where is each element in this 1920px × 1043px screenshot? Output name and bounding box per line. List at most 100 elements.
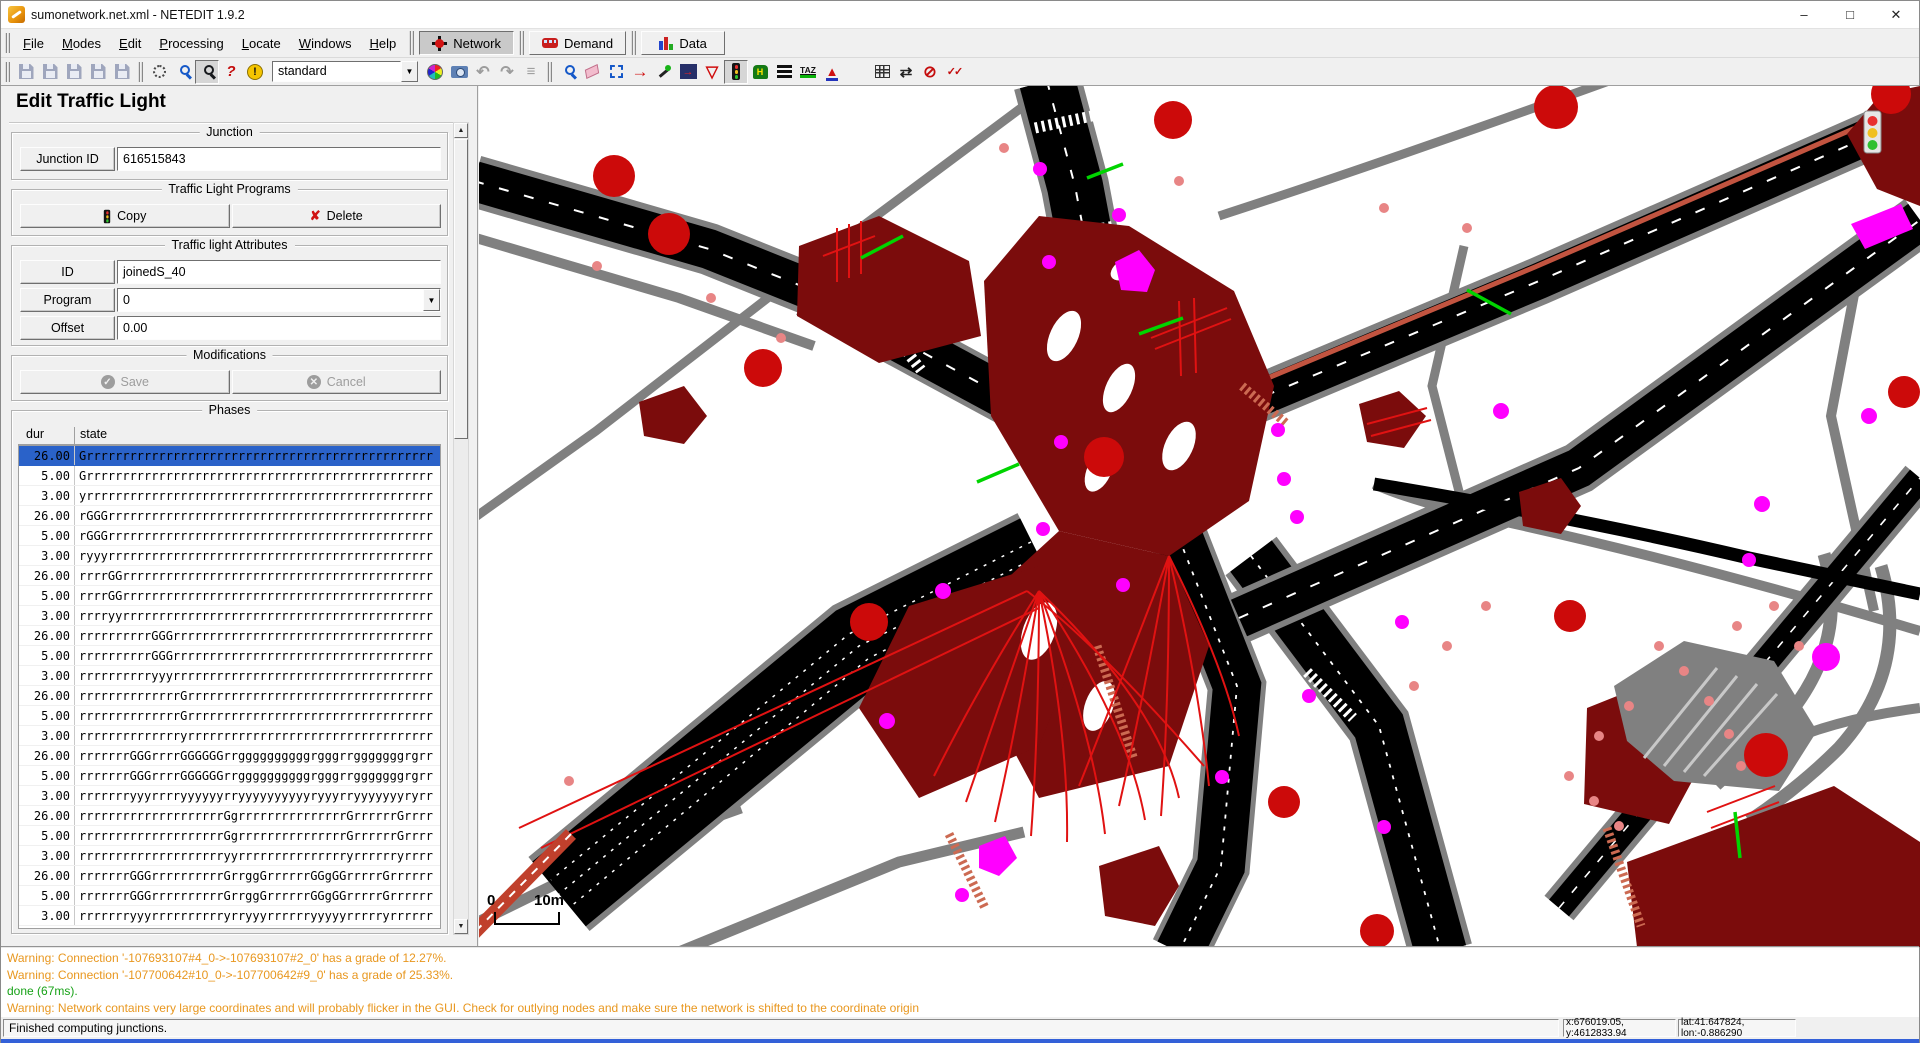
phase-row[interactable]: 5.00rrrrrrrrrrrrrrrrrrrrGgrrrrrrrrrrrrrr… xyxy=(19,826,440,846)
phase-state[interactable]: rrrrrrrrrrrrrrrrrrrryyrrrrrrrrrrrrrrryrr… xyxy=(75,846,433,865)
scrollbar-thumb[interactable] xyxy=(454,139,468,439)
phase-row[interactable]: 5.00rrrrrrrGGGrrrrGGGGGGrrggggggggggrggg… xyxy=(19,766,440,786)
phase-row[interactable]: 26.00rrrrrrrrrrrrrrGrrrrrrrrrrrrrrrrrrrr… xyxy=(19,686,440,706)
phase-duration[interactable]: 3.00 xyxy=(19,786,75,805)
phase-state[interactable]: rrrrrrryyyrrrrrrrrrryrryyyrrrrrryyyyyrrr… xyxy=(75,906,433,925)
phase-state[interactable]: rrrrrrrrrryyyrrrrrrrrrrrrrrrrrrrrrrrrrrr… xyxy=(75,666,433,685)
taz-mode-button[interactable]: TAZ xyxy=(796,60,820,84)
phase-row[interactable]: 5.00rGGGrrrrrrrrrrrrrrrrrrrrrrrrrrrrrrrr… xyxy=(19,526,440,546)
save-as-button[interactable] xyxy=(110,60,134,84)
open-config-button[interactable] xyxy=(62,60,86,84)
toolbar-grip[interactable] xyxy=(519,31,524,55)
phase-duration[interactable]: 26.00 xyxy=(19,746,75,765)
traffic-light-mode-button[interactable] xyxy=(724,60,748,84)
redo-button[interactable]: ↷ xyxy=(495,60,519,84)
phase-state[interactable]: Grrrrrrrrrrrrrrrrrrrrrrrrrrrrrrrrrrrrrrr… xyxy=(75,466,433,485)
tab-data[interactable]: Data xyxy=(641,31,725,55)
phase-duration[interactable]: 5.00 xyxy=(19,826,75,845)
panel-scrollbar[interactable]: ▲ ▼ xyxy=(453,122,469,935)
phase-duration[interactable]: 5.00 xyxy=(19,526,75,545)
message-log[interactable]: Warning: Connection '-107693107#4_0->-10… xyxy=(1,946,1919,1017)
cancel-button[interactable]: ✕ Cancel xyxy=(232,370,442,394)
attr-id-field[interactable]: joinedS_40 xyxy=(117,260,441,284)
phase-state[interactable]: rrrrGGrrrrrrrrrrrrrrrrrrrrrrrrrrrrrrrrrr… xyxy=(75,566,433,585)
attr-offset-button[interactable]: Offset xyxy=(20,316,115,340)
phase-state[interactable]: Grrrrrrrrrrrrrrrrrrrrrrrrrrrrrrrrrrrrrrr… xyxy=(75,446,433,465)
toolbar-grip[interactable] xyxy=(5,62,10,82)
tab-demand[interactable]: Demand xyxy=(529,31,626,55)
attr-program-combo[interactable]: 0 ▼ xyxy=(117,288,441,312)
col-dur[interactable]: dur xyxy=(18,427,75,444)
crossing-mode-button[interactable] xyxy=(772,60,796,84)
phase-duration[interactable]: 3.00 xyxy=(19,666,75,685)
phase-state[interactable]: rrrrrrrrrrrrrrGrrrrrrrrrrrrrrrrrrrrrrrrr… xyxy=(75,706,433,725)
phase-row[interactable]: 26.00rrrrrrrGGGrrrrrrrrrrGrrggGrrrrrrGGg… xyxy=(19,866,440,886)
phase-state[interactable]: yrrrrrrrrrrrrrrrrrrrrrrrrrrrrrrrrrrrrrrr… xyxy=(75,486,433,505)
shape-mode-button[interactable]: ▲ xyxy=(820,60,844,84)
phase-row[interactable]: 5.00rrrrGGrrrrrrrrrrrrrrrrrrrrrrrrrrrrrr… xyxy=(19,586,440,606)
view-preset-value[interactable]: standard xyxy=(272,61,401,82)
combo-dropdown-icon[interactable]: ▼ xyxy=(401,61,418,82)
grid-toggle-button[interactable] xyxy=(870,60,894,84)
phase-row[interactable]: 3.00rrrrrrryyyrrrrrrrrrryrryyyrrrrrryyyy… xyxy=(19,906,440,926)
phase-state[interactable]: rrrrrrrGGGrrrrrrrrrrGrrggGrrrrrrGGgGGrrr… xyxy=(75,886,433,905)
connection-mode-button[interactable]: → xyxy=(676,60,700,84)
phase-row[interactable]: 5.00rrrrrrrGGGrrrrrrrrrrGrrggGrrrrrrGGgG… xyxy=(19,886,440,906)
phase-state[interactable]: ryyyrrrrrrrrrrrrrrrrrrrrrrrrrrrrrrrrrrrr… xyxy=(75,546,433,565)
phase-duration[interactable]: 5.00 xyxy=(19,886,75,905)
save-network-button[interactable] xyxy=(86,60,110,84)
view-preset-combo[interactable]: standard ▼ xyxy=(272,61,418,82)
phase-row[interactable]: 3.00yrrrrrrrrrrrrrrrrrrrrrrrrrrrrrrrrrrr… xyxy=(19,486,440,506)
delete-program-button[interactable]: ✘ Delete xyxy=(232,204,442,228)
color-scheme-button[interactable] xyxy=(423,60,447,84)
phase-duration[interactable]: 26.00 xyxy=(19,806,75,825)
phase-duration[interactable]: 26.00 xyxy=(19,686,75,705)
question-tool-button[interactable]: ? xyxy=(219,60,243,84)
move-elevation-button[interactable]: ⇄ xyxy=(894,60,918,84)
attr-offset-field[interactable]: 0.00 xyxy=(117,316,441,340)
toolbar-grip[interactable] xyxy=(5,33,10,53)
phase-duration[interactable]: 3.00 xyxy=(19,486,75,505)
phase-duration[interactable]: 26.00 xyxy=(19,506,75,525)
undo-button[interactable]: ↶ xyxy=(471,60,495,84)
phase-state[interactable]: rrrrrrrrrrrrrrrrrrrrGgrrrrrrrrrrrrrrrGrr… xyxy=(75,826,433,845)
col-state[interactable]: state xyxy=(75,427,107,444)
zoom-extents-button[interactable] xyxy=(195,60,219,84)
phases-table[interactable]: 26.00Grrrrrrrrrrrrrrrrrrrrrrrrrrrrrrrrrr… xyxy=(18,445,441,929)
phase-state[interactable]: rGGGrrrrrrrrrrrrrrrrrrrrrrrrrrrrrrrrrrrr… xyxy=(75,526,433,545)
attr-program-button[interactable]: Program xyxy=(20,288,115,312)
new-network-button[interactable] xyxy=(14,60,38,84)
menu-windows[interactable]: Windows xyxy=(290,32,361,55)
phase-duration[interactable]: 26.00 xyxy=(19,566,75,585)
create-edge-mode-button[interactable] xyxy=(652,60,676,84)
menu-file[interactable]: File xyxy=(14,32,53,55)
scroll-up-icon[interactable]: ▲ xyxy=(454,123,468,138)
phase-state[interactable]: rGGGrrrrrrrrrrrrrrrrrrrrrrrrrrrrrrrrrrrr… xyxy=(75,506,433,525)
phase-duration[interactable]: 5.00 xyxy=(19,586,75,605)
view-options-button[interactable]: ≡ xyxy=(519,60,543,84)
attr-id-button[interactable]: ID xyxy=(20,260,115,284)
menu-help[interactable]: Help xyxy=(361,32,406,55)
toolbar-grip[interactable] xyxy=(409,31,414,55)
phase-duration[interactable]: 5.00 xyxy=(19,706,75,725)
phase-state[interactable]: rrrrrrrGGGrrrrGGGGGGrrggggggggggrgggrrgg… xyxy=(75,766,433,785)
phase-row[interactable]: 26.00Grrrrrrrrrrrrrrrrrrrrrrrrrrrrrrrrrr… xyxy=(19,446,440,466)
phase-state[interactable]: rrrrrrrGGGrrrrrrrrrrGrrggGrrrrrrGGgGGrrr… xyxy=(75,866,433,885)
phase-state[interactable]: rrrrGGrrrrrrrrrrrrrrrrrrrrrrrrrrrrrrrrrr… xyxy=(75,586,433,605)
phase-state[interactable]: rrrrrrrrrrrrrrrrrrrrGgrrrrrrrrrrrrrrrGrr… xyxy=(75,806,433,825)
move-mode-button[interactable]: → xyxy=(628,60,652,84)
phase-state[interactable]: rrrrrrrrrrrrrryrrrrrrrrrrrrrrrrrrrrrrrrr… xyxy=(75,726,433,745)
menu-modes[interactable]: Modes xyxy=(53,32,110,55)
phase-duration[interactable]: 26.00 xyxy=(19,446,75,465)
tab-network[interactable]: Network xyxy=(419,31,514,55)
junction-id-field[interactable]: 616515843 xyxy=(117,147,441,171)
menu-locate[interactable]: Locate xyxy=(233,32,290,55)
phase-row[interactable]: 5.00rrrrrrrrrrGGGrrrrrrrrrrrrrrrrrrrrrrr… xyxy=(19,646,440,666)
zoom-in-button[interactable] xyxy=(171,60,195,84)
phase-duration[interactable]: 26.00 xyxy=(19,866,75,885)
toolbar-grip[interactable] xyxy=(631,31,636,55)
save-button[interactable]: ✓ Save xyxy=(20,370,230,394)
phase-state[interactable]: rrrrrrrrrrGGGrrrrrrrrrrrrrrrrrrrrrrrrrrr… xyxy=(75,626,433,645)
prohibition-mode-button[interactable]: ▽ xyxy=(700,60,724,84)
phase-duration[interactable]: 5.00 xyxy=(19,466,75,485)
